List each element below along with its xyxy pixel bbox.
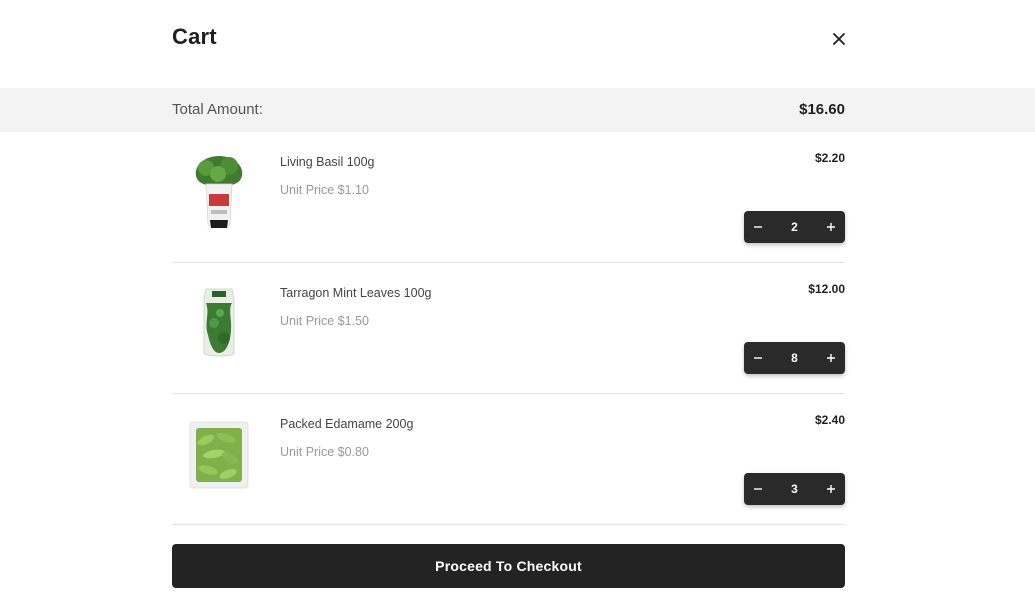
item-line-total: $2.20 [814,151,845,165]
total-amount-label: Total Amount: [172,101,263,118]
close-button[interactable] [829,29,849,49]
item-image [184,283,254,363]
item-image [184,152,254,232]
plus-icon [827,354,835,362]
cart-title: Cart [172,24,217,49]
item-unit-price: Unit Price $1.50 [280,314,369,328]
quantity-stepper: 2 [744,211,845,243]
decrease-quantity-button[interactable] [744,211,772,243]
total-amount-value: $16.60 [799,101,845,118]
increase-quantity-button[interactable] [817,342,845,374]
proceed-to-checkout-button[interactable]: Proceed To Checkout [172,544,845,588]
increase-quantity-button[interactable] [817,473,845,505]
quantity-value: 2 [791,220,798,234]
item-unit-price: Unit Price $1.10 [280,183,369,197]
close-icon [833,33,845,45]
cart-item: Packed Edamame 200g Unit Price $0.80 $2.… [172,394,845,525]
cart-item: Tarragon Mint Leaves 100g Unit Price $1.… [172,263,845,394]
item-image [184,414,254,494]
plus-icon [827,485,835,493]
cart-panel: Cart Total Amount: $16.60 Living Basil 1… [0,0,1035,603]
cart-header: Cart [0,0,1035,88]
quantity-stepper: 3 [744,473,845,505]
total-amount-bar: Total Amount: $16.60 [0,88,1035,132]
decrease-quantity-button[interactable] [744,342,772,374]
quantity-value: 8 [791,351,798,365]
quantity-value: 3 [791,482,798,496]
cart-item: Living Basil 100g Unit Price $1.10 $2.20… [172,132,845,263]
basil-pot-image [195,156,243,228]
minus-icon [754,488,762,490]
plus-icon [827,223,835,231]
minus-icon [754,357,762,359]
decrease-quantity-button[interactable] [744,473,772,505]
minus-icon [754,226,762,228]
quantity-stepper: 8 [744,342,845,374]
item-line-total: $2.40 [814,413,845,427]
item-unit-price: Unit Price $0.80 [280,445,369,459]
item-name: Tarragon Mint Leaves 100g [280,286,432,300]
increase-quantity-button[interactable] [817,211,845,243]
edamame-pack-image [189,421,249,489]
herb-bag-image [203,288,235,357]
item-name: Living Basil 100g [280,155,375,169]
item-name: Packed Edamame 200g [280,417,414,431]
item-line-total: $12.00 [808,282,845,296]
